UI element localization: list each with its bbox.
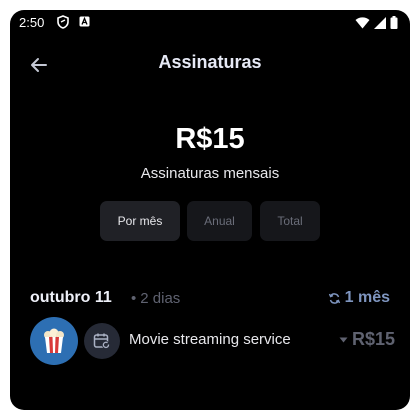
tab-anual[interactable]: Anual	[187, 201, 252, 241]
tab-por-mes[interactable]: Por mês	[100, 201, 180, 241]
separator-dot: •	[131, 290, 137, 307]
days-until-label: 2 dias	[140, 290, 181, 307]
billing-cycle: 1 mês	[328, 289, 390, 307]
period-tabs: Por mês Anual Total	[10, 201, 410, 241]
group-date: outubro 11	[30, 289, 112, 306]
app-screen: 2:50 Assinaturas R$15 Assinaturas mensai…	[10, 10, 410, 410]
wifi-icon	[355, 16, 370, 28]
subscription-price: R$15	[351, 329, 395, 349]
subscription-name: Movie streaming service	[129, 331, 291, 348]
subscription-logo	[30, 317, 78, 365]
status-bar: 2:50	[10, 10, 410, 36]
group-days-until: • 2 dias	[131, 290, 180, 307]
date-group-header: outubro 11 • 2 dias 1 mês	[30, 289, 390, 309]
battery-icon	[390, 16, 398, 29]
tab-total[interactable]: Total	[260, 201, 320, 241]
status-time: 2:50	[19, 15, 45, 30]
a-badge-icon	[79, 16, 90, 27]
caret-down-icon	[339, 337, 348, 342]
popcorn-icon	[44, 328, 64, 353]
cycle-label: 1 mês	[344, 289, 390, 306]
signal-icon	[374, 16, 386, 29]
total-caption: Assinaturas mensais	[140, 165, 280, 182]
status-right-icons	[355, 16, 398, 29]
shield-icon	[57, 15, 69, 29]
recurring-badge	[84, 323, 120, 359]
refresh-icon	[328, 292, 340, 304]
calendar-refresh-icon	[93, 333, 110, 349]
total-amount: R$15	[175, 123, 245, 155]
subscription-row[interactable]: Movie streaming service R$15	[30, 317, 395, 365]
subscription-price-wrap: R$15	[339, 329, 395, 350]
page-title: Assinaturas	[158, 52, 262, 72]
